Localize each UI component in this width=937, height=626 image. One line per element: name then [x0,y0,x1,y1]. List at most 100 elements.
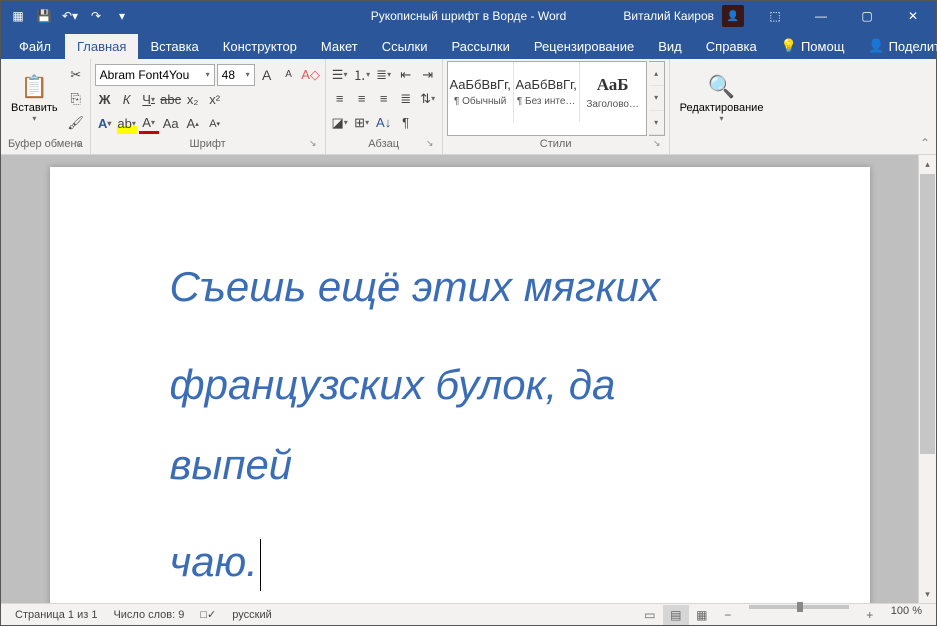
word-count[interactable]: Число слов: 9 [105,609,192,621]
tab-references[interactable]: Ссылки [370,34,440,59]
gallery-up-icon[interactable]: ▴ [649,62,664,86]
grow-font-button[interactable]: A [257,65,277,85]
maximize-button[interactable]: ▢ [844,1,890,31]
clear-formatting-button[interactable]: A◇ [301,65,321,85]
language-indicator[interactable]: русский [224,609,279,621]
gallery-scroll[interactable]: ▴ ▾ ▾ [649,61,665,136]
spellcheck-icon[interactable]: □✓ [192,608,224,621]
styles-gallery[interactable]: АаБбВвГг, ¶ Обычный АаБбВвГг, ¶ Без инте… [447,61,647,136]
text-effects-button[interactable]: A▾ [95,114,115,134]
zoom-in-button[interactable]: + [857,605,883,625]
zoom-out-button[interactable]: − [715,605,741,625]
font-size-combo[interactable]: 48▾ [217,64,255,86]
title-bar: ▦ 💾 ↶▾ ↷ ▾ Рукописный шрифт в Ворде - Wo… [1,1,936,31]
line-spacing-button[interactable]: ⇅▾ [418,89,438,109]
ribbon-display-icon[interactable]: ⬚ [752,1,798,31]
align-center-button[interactable]: ≡ [352,89,372,109]
print-layout-button[interactable]: ▤ [663,605,689,625]
align-left-button[interactable]: ≡ [330,89,350,109]
font-name-combo[interactable]: Abram Font4You▾ [95,64,215,86]
sort-button[interactable]: A↓ [374,113,394,133]
superscript-button[interactable]: x² [205,90,225,110]
tab-help[interactable]: Справка [694,34,769,59]
change-case-button[interactable]: Aa [161,114,181,134]
clipboard-icon: 📋 [21,74,48,100]
page-indicator[interactable]: Страница 1 из 1 [7,609,105,621]
tab-layout[interactable]: Макет [309,34,370,59]
document-area: Съешь ещё этих мягких французских булок,… [1,155,936,603]
subscript-button[interactable]: x₂ [183,90,203,110]
search-icon: 🔍 [708,74,735,100]
vertical-scrollbar[interactable]: ▴ ▾ [918,155,936,603]
scroll-up-icon[interactable]: ▴ [919,155,936,173]
cut-button[interactable]: ✂ [66,65,86,85]
tab-review[interactable]: Рецензирование [522,34,646,59]
lightbulb-icon: 💡 [781,38,797,54]
close-button[interactable]: ✕ [890,1,936,31]
borders-button[interactable]: ⊞▾ [352,113,372,133]
scroll-thumb[interactable] [920,174,935,454]
paste-button[interactable]: 📋 Вставить ▾ [5,61,64,136]
tab-design[interactable]: Конструктор [211,34,309,59]
save-button[interactable]: 💾 [31,3,57,29]
tell-me[interactable]: 💡Помощ [769,33,857,59]
shrink-font2-button[interactable]: A▾ [205,114,225,134]
numbering-button[interactable]: ⒈▾ [352,65,372,85]
shrink-font-button[interactable]: A [279,65,299,85]
tab-file[interactable]: Файл [5,34,65,59]
justify-button[interactable]: ≣ [396,89,416,109]
gallery-down-icon[interactable]: ▾ [649,86,664,110]
bold-button[interactable]: Ж [95,90,115,110]
highlight-button[interactable]: ab▾ [117,114,137,134]
styles-launcher[interactable]: ↘ [651,138,663,150]
group-clipboard: 📋 Вставить ▾ ✂ ⎘ 🖌 Буфер обмена↘ [1,59,91,154]
format-painter-button[interactable]: 🖌 [66,113,86,133]
show-marks-button[interactable]: ¶ [396,113,416,133]
minimize-button[interactable]: — [798,1,844,31]
status-bar: Страница 1 из 1 Число слов: 9 □✓ русский… [1,603,936,625]
document-title: Рукописный шрифт в Ворде - Word [371,9,567,23]
font-color-button[interactable]: A▾ [139,114,159,134]
collapse-ribbon-button[interactable]: ⌃ [920,136,930,150]
style-heading[interactable]: АаБ Заголово… [580,62,646,122]
group-paragraph: ☰▾ ⒈▾ ≣▾ ⇤ ⇥ ≡ ≡ ≡ ≣ ⇅▾ ◪▾ ⊞▾ A↓ ¶ [326,59,443,154]
avatar[interactable]: 👤 [722,5,744,27]
gallery-more-icon[interactable]: ▾ [649,111,664,135]
document-scroll[interactable]: Съешь ещё этих мягких французских булок,… [1,155,918,603]
zoom-slider[interactable] [749,605,849,609]
tab-view[interactable]: Вид [646,34,694,59]
tab-mailings[interactable]: Рассылки [439,34,521,59]
decrease-indent-button[interactable]: ⇤ [396,65,416,85]
scroll-down-icon[interactable]: ▾ [919,585,936,603]
font-launcher[interactable]: ↘ [307,138,319,150]
document-text[interactable]: Съешь ещё этих мягких французских булок,… [170,247,750,602]
shading-button[interactable]: ◪▾ [330,113,350,133]
page[interactable]: Съешь ещё этих мягких французских булок,… [50,167,870,603]
align-right-button[interactable]: ≡ [374,89,394,109]
qat-customize[interactable]: ▾ [109,3,135,29]
group-font: Abram Font4You▾ 48▾ A A A◇ Ж К Ч▾ abc x₂… [91,59,326,154]
copy-button[interactable]: ⎘ [66,89,86,109]
increase-indent-button[interactable]: ⇥ [418,65,438,85]
read-mode-button[interactable]: ▭ [637,605,663,625]
redo-button[interactable]: ↷ [83,3,109,29]
strikethrough-button[interactable]: abc [161,90,181,110]
share-button[interactable]: 👤Поделиться [856,33,937,59]
multilevel-button[interactable]: ≣▾ [374,65,394,85]
undo-button[interactable]: ↶▾ [57,3,83,29]
user-name[interactable]: Виталий Каиров [615,9,722,23]
italic-button[interactable]: К [117,90,137,110]
web-layout-button[interactable]: ▦ [689,605,715,625]
zoom-level[interactable]: 100 % [883,605,930,625]
share-icon: 👤 [868,38,884,54]
editing-button[interactable]: 🔍 Редактирование ▾ [674,61,770,136]
tab-home[interactable]: Главная [65,34,138,59]
paragraph-launcher[interactable]: ↘ [424,138,436,150]
style-no-spacing[interactable]: АаБбВвГг, ¶ Без инте… [514,62,580,122]
clipboard-launcher[interactable]: ↘ [72,138,84,150]
grow-font2-button[interactable]: A▴ [183,114,203,134]
style-normal[interactable]: АаБбВвГг, ¶ Обычный [448,62,514,122]
tab-insert[interactable]: Вставка [138,34,210,59]
bullets-button[interactable]: ☰▾ [330,65,350,85]
underline-button[interactable]: Ч▾ [139,90,159,110]
